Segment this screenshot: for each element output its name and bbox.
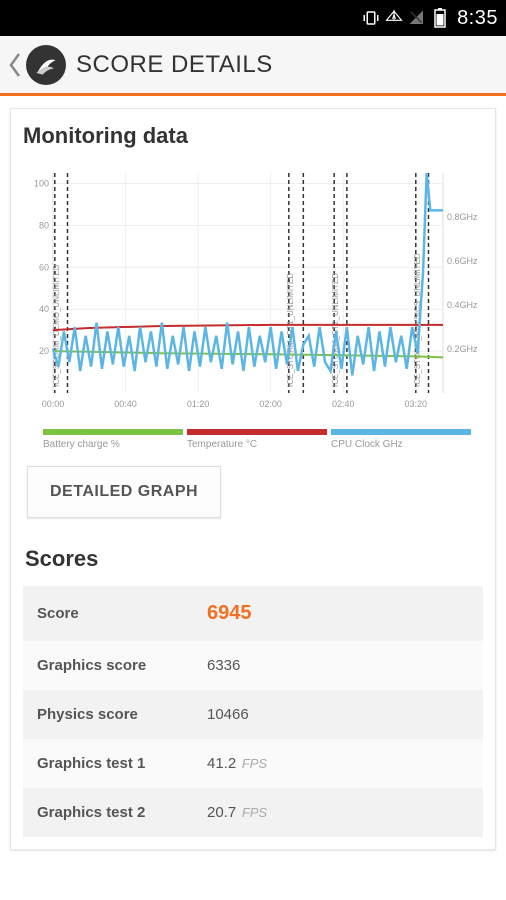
page-title: SCORE DETAILS	[76, 51, 273, 79]
app-header: SCORE DETAILS	[0, 36, 506, 96]
score-row: Graphics test 220.7 FPS	[23, 788, 483, 837]
detailed-graph-button[interactable]: DETAILED GRAPH	[27, 466, 221, 518]
chevron-left-icon	[8, 52, 22, 78]
svg-text:02:40: 02:40	[332, 399, 355, 409]
svg-text:0.2GHz: 0.2GHz	[447, 344, 478, 354]
score-label: Graphics score	[37, 657, 207, 674]
legend-label-cpu: CPU Clock GHz	[331, 439, 471, 450]
status-time: 8:35	[457, 7, 498, 30]
score-row: Score6945	[23, 586, 483, 641]
legend-bar-temperature	[187, 429, 327, 435]
score-suffix: FPS	[238, 805, 267, 820]
svg-text:00:00: 00:00	[42, 399, 65, 409]
legend-bar-cpu	[331, 429, 471, 435]
chart-svg: 20 40 60 80 100 0.2GHz 0.4GHz 0.6GHz 0.8GHz 00:00…	[23, 163, 483, 423]
battery-icon	[431, 9, 449, 27]
svg-text:02:00: 02:00	[259, 399, 282, 409]
score-label: Graphics test 2	[37, 804, 207, 821]
app-logo-icon	[26, 45, 66, 85]
score-row: Physics score10466	[23, 690, 483, 739]
score-label: Graphics test 1	[37, 755, 207, 772]
legend-bars	[43, 429, 483, 435]
legend-label-battery: Battery charge %	[43, 439, 187, 450]
scores-table: Score6945Graphics score6336Physics score…	[23, 586, 483, 837]
svg-text:ICE_STORM_DEMO_UNLIMITED: ICE_STORM_DEMO_UNLIMITED	[52, 264, 61, 387]
scores-title: Scores	[25, 546, 483, 572]
svg-text:0.4GHz: 0.4GHz	[447, 300, 478, 310]
svg-text:0.8GHz: 0.8GHz	[447, 212, 478, 222]
content-card: Monitoring data 20 40 60 80 100 0.2GHz 0.4GHz 0…	[10, 108, 496, 850]
svg-text:40: 40	[39, 304, 49, 314]
score-value: 6336	[207, 657, 240, 674]
vibrate-icon	[362, 9, 380, 27]
score-label: Score	[37, 605, 207, 622]
score-row: Graphics score6336	[23, 641, 483, 690]
svg-text:A: A	[392, 15, 397, 21]
svg-text:ICE_STORM_GT2_UNLIMITED: ICE_STORM_GT2_UNLIMITED	[331, 273, 340, 387]
score-value: 6945	[207, 602, 252, 625]
svg-text:20: 20	[39, 346, 49, 356]
score-value: 41.2 FPS	[207, 755, 267, 772]
svg-text:60: 60	[39, 262, 49, 272]
score-value: 10466	[207, 706, 249, 723]
score-label: Physics score	[37, 706, 207, 723]
svg-text:80: 80	[39, 220, 49, 230]
svg-text:100: 100	[34, 178, 49, 188]
wifi-icon: A	[385, 9, 403, 27]
score-value: 20.7 FPS	[207, 804, 267, 821]
signal-icon	[408, 9, 426, 27]
legend-label-temperature: Temperature °C	[187, 439, 331, 450]
monitoring-chart[interactable]: 20 40 60 80 100 0.2GHz 0.4GHz 0.6GHz 0.8GHz 00:00…	[23, 163, 483, 423]
score-suffix: FPS	[238, 756, 267, 771]
svg-text:00:40: 00:40	[114, 399, 137, 409]
status-bar: A 8:35	[0, 0, 506, 36]
monitoring-title: Monitoring data	[23, 123, 483, 149]
legend-labels: Battery charge % Temperature °C CPU Cloc…	[43, 439, 483, 450]
legend-bar-battery	[43, 429, 183, 435]
score-row: Graphics test 141.2 FPS	[23, 739, 483, 788]
svg-text:01:20: 01:20	[187, 399, 210, 409]
back-button[interactable]	[8, 45, 66, 85]
svg-text:0.6GHz: 0.6GHz	[447, 256, 478, 266]
svg-text:03:20: 03:20	[405, 399, 428, 409]
